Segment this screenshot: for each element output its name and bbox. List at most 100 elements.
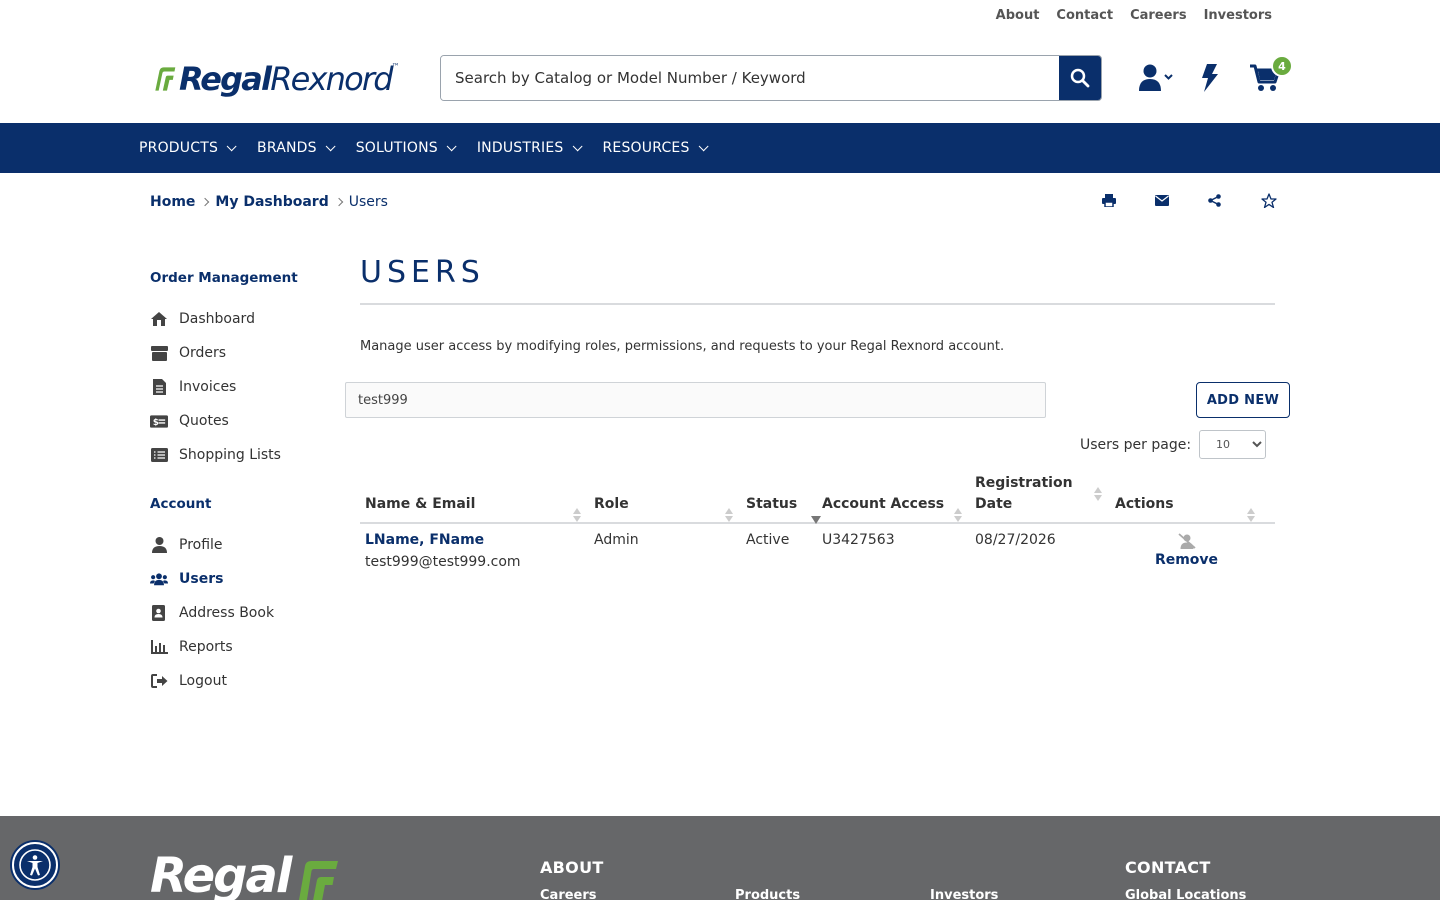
table-header: Name & Email Role Status Account Access … <box>360 474 1275 524</box>
footer-heading-about: ABOUT <box>540 858 604 877</box>
footer-link-global-locations[interactable]: Global Locations <box>1125 888 1246 900</box>
star-icon <box>1261 192 1277 208</box>
users-icon <box>150 570 168 588</box>
email-button[interactable] <box>1153 191 1206 209</box>
chevron-down-icon <box>226 140 237 151</box>
sort-icon <box>1094 487 1102 501</box>
logo-mark-icon <box>299 861 339 900</box>
user-name-link[interactable]: LName, FName <box>365 529 584 551</box>
sidebar-item-reports[interactable]: Reports <box>150 630 330 664</box>
cell-registration-date: 08/27/2026 <box>975 532 1056 548</box>
sidebar-item-orders[interactable]: Orders <box>150 336 330 370</box>
accessibility-icon <box>19 849 51 881</box>
sidebar-heading-order-management: Order Management <box>150 270 298 286</box>
list-icon <box>150 446 168 464</box>
share-button[interactable] <box>1206 191 1259 209</box>
cell-role: Admin <box>594 532 639 548</box>
footer-link-careers[interactable]: Careers <box>540 888 597 900</box>
site-footer: Regal ABOUT Careers Products Investors C… <box>0 816 1440 900</box>
invoice-icon <box>150 378 168 396</box>
logo-wordmark: RegalRexnord™ <box>178 60 400 98</box>
print-icon <box>1102 193 1116 207</box>
nav-products[interactable]: PRODUCTS <box>139 140 237 156</box>
utility-link-careers[interactable]: Careers <box>1130 8 1187 23</box>
dashboard-icon <box>150 310 168 328</box>
accessibility-button[interactable] <box>12 842 58 888</box>
cell-account-access: U3427563 <box>822 532 895 548</box>
column-header-name-email[interactable]: Name & Email <box>360 494 589 522</box>
bolt-icon <box>1202 64 1218 92</box>
sidebar-item-address-book[interactable]: Address Book <box>150 596 330 630</box>
share-icon <box>1208 193 1221 207</box>
sidebar-item-profile[interactable]: Profile <box>150 528 330 562</box>
nav-solutions[interactable]: SOLUTIONS <box>356 140 457 156</box>
footer-link-investors[interactable]: Investors <box>930 888 998 900</box>
account-menu-button[interactable] <box>1138 62 1174 94</box>
brand-logo[interactable]: RegalRexnord™ <box>152 58 400 100</box>
page-title: USERS <box>360 255 485 290</box>
column-header-actions[interactable]: Actions <box>1110 494 1263 522</box>
footer-heading-contact: CONTACT <box>1125 858 1211 877</box>
cart-button[interactable]: 4 <box>1250 55 1293 94</box>
breadcrumb: Home My Dashboard Users <box>150 194 388 210</box>
user-icon <box>1139 64 1173 91</box>
per-page-label: Users per page: <box>1080 436 1192 453</box>
per-page-select[interactable]: 10 <box>1199 430 1267 459</box>
main-nav: PRODUCTS BRANDS SOLUTIONS INDUSTRIES RES… <box>0 123 1440 173</box>
nav-resources[interactable]: RESOURCES <box>603 140 709 156</box>
column-header-account-access[interactable]: Account Access <box>817 494 970 522</box>
chevron-down-icon <box>572 140 583 151</box>
search-button[interactable] <box>1059 56 1101 100</box>
breadcrumb-home[interactable]: Home <box>150 194 195 210</box>
users-per-page: Users per page: 10 <box>1080 430 1267 459</box>
nav-industries[interactable]: INDUSTRIES <box>477 140 583 156</box>
page-description: Manage user access by modifying roles, p… <box>360 339 1005 354</box>
search-input[interactable] <box>441 56 1059 100</box>
utility-nav: About Contact Careers Investors <box>996 8 1272 23</box>
orders-icon <box>150 344 168 362</box>
search-icon <box>1070 68 1090 88</box>
footer-logo[interactable]: Regal <box>150 852 340 900</box>
user-filter-input[interactable] <box>345 382 1046 418</box>
column-header-role[interactable]: Role <box>589 494 741 522</box>
breadcrumb-current: Users <box>348 194 388 210</box>
search-bar <box>440 55 1102 101</box>
cart-count-badge: 4 <box>1271 55 1293 77</box>
sidebar-item-logout[interactable]: Logout <box>150 664 330 698</box>
envelope-icon <box>1155 194 1169 206</box>
svg-text:$: $ <box>153 417 159 427</box>
title-divider <box>360 303 1275 305</box>
logout-icon <box>150 672 168 690</box>
remove-user-icon[interactable] <box>1177 533 1197 549</box>
utility-link-contact[interactable]: Contact <box>1056 8 1113 23</box>
sidebar-item-dashboard[interactable]: Dashboard <box>150 302 330 336</box>
sidebar-item-invoices[interactable]: Invoices <box>150 370 330 404</box>
reports-icon <box>150 638 168 656</box>
quick-order-button[interactable] <box>1199 62 1219 94</box>
nav-brands[interactable]: BRANDS <box>257 140 336 156</box>
chevron-right-icon <box>201 197 210 207</box>
cell-name-email: LName, FName test999@test999.com <box>360 529 589 573</box>
sidebar-item-shopping-lists[interactable]: Shopping Lists <box>150 438 330 472</box>
favorite-button[interactable] <box>1259 191 1312 209</box>
user-icon <box>150 536 168 554</box>
logo-mark-icon <box>155 67 176 91</box>
breadcrumb-dashboard[interactable]: My Dashboard <box>215 194 328 210</box>
sidebar-item-users[interactable]: Users <box>150 562 330 596</box>
table-row: LName, FName test999@test999.com Admin A… <box>360 524 1275 573</box>
sidebar-heading-account: Account <box>150 496 212 512</box>
utility-link-about[interactable]: About <box>996 8 1040 23</box>
user-email: test999@test999.com <box>365 554 521 570</box>
address-book-icon <box>150 604 168 622</box>
sidebar-item-quotes[interactable]: $ Quotes <box>150 404 330 438</box>
print-button[interactable] <box>1100 191 1153 209</box>
sort-icon <box>1247 508 1255 522</box>
column-header-registration-date[interactable]: Registration Date <box>970 473 1110 522</box>
footer-link-products[interactable]: Products <box>735 888 800 900</box>
column-header-status[interactable]: Status <box>741 494 821 524</box>
cell-status: Active <box>746 532 790 548</box>
remove-user-button[interactable]: Remove <box>1155 549 1218 571</box>
add-new-user-button[interactable]: ADD NEW <box>1196 382 1290 418</box>
utility-link-investors[interactable]: Investors <box>1204 8 1272 23</box>
chevron-down-icon <box>446 140 457 151</box>
